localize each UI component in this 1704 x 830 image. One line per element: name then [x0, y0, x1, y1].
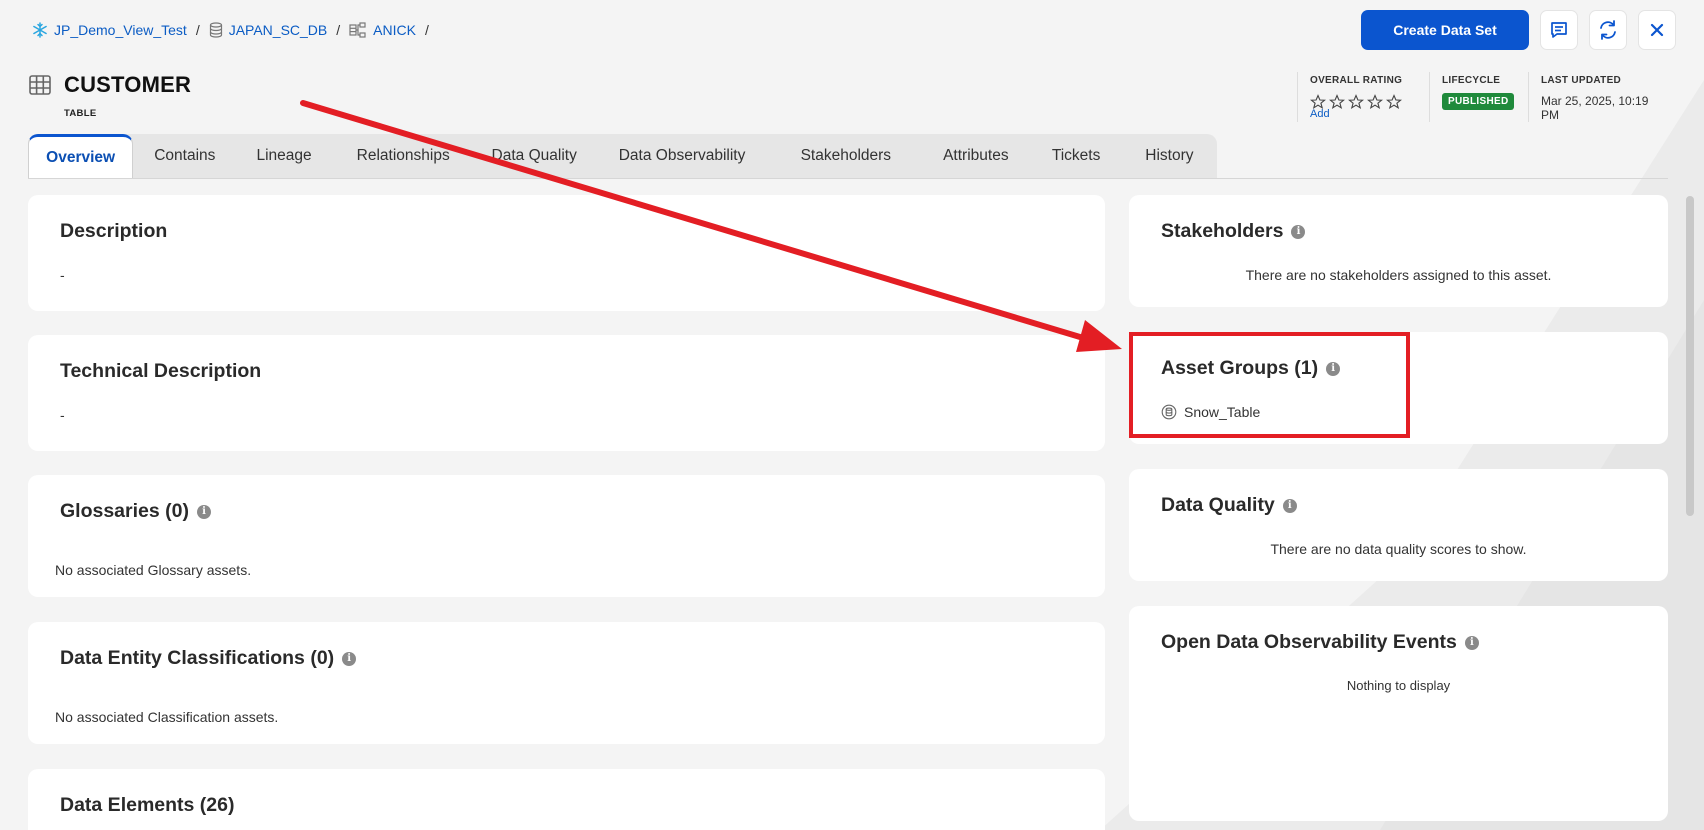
- comment-button[interactable]: [1540, 10, 1578, 50]
- status-badge: PUBLISHED: [1442, 93, 1515, 110]
- card-title: Stakeholders: [1161, 220, 1284, 242]
- card-title: Data Elements (26): [60, 794, 235, 816]
- breadcrumb-separator: /: [195, 22, 200, 38]
- technical-description-value: -: [60, 407, 65, 423]
- asset-title-block: CUSTOMER TABLE: [28, 72, 192, 119]
- classifications-empty-text: No associated Classification assets.: [55, 709, 279, 725]
- tab-stakeholders[interactable]: Stakeholders: [770, 134, 921, 178]
- card-title: Data Quality: [1161, 494, 1275, 516]
- close-button[interactable]: [1638, 10, 1676, 50]
- info-icon[interactable]: i: [1464, 635, 1479, 650]
- glossaries-empty-text: No associated Glossary assets.: [55, 562, 252, 578]
- breadcrumb-item-schema[interactable]: ANICK: [349, 22, 416, 38]
- schema-icon: [349, 22, 366, 38]
- card-title-row: Open Data Observability Events i: [1161, 631, 1479, 654]
- overall-rating: OVERALL RATING Add: [1297, 72, 1429, 122]
- asset-groups-card: Asset Groups (1) i Snow_Table: [1129, 332, 1668, 444]
- tab-data-quality[interactable]: Data Quality: [475, 134, 594, 178]
- tab-tickets[interactable]: Tickets: [1030, 134, 1121, 178]
- description-card: Description -: [28, 195, 1105, 311]
- tab-bar: Overview Contains Lineage Relationships …: [28, 134, 1217, 178]
- data-quality-card: Data Quality i There are no data quality…: [1129, 469, 1668, 581]
- tab-history[interactable]: History: [1122, 134, 1217, 178]
- technical-description-card: Technical Description -: [28, 335, 1105, 451]
- tab-contains[interactable]: Contains: [133, 134, 236, 178]
- card-title: Open Data Observability Events: [1161, 631, 1457, 653]
- description-value: -: [60, 267, 65, 283]
- refresh-icon: [1600, 20, 1616, 40]
- asset-metadata: OVERALL RATING Add LIFECYCLE PUBLISHED L…: [1297, 72, 1668, 122]
- tab-attributes[interactable]: Attributes: [921, 134, 1030, 178]
- create-data-set-button[interactable]: Create Data Set: [1361, 10, 1529, 50]
- info-icon[interactable]: i: [1282, 498, 1297, 513]
- glossaries-card: Glossaries (0) i No associated Glossary …: [28, 475, 1105, 597]
- card-title-row: Data Quality i: [1161, 494, 1297, 517]
- data-elements-card: Data Elements (26): [28, 769, 1105, 830]
- card-title-row: Stakeholders i: [1161, 220, 1306, 243]
- asset-group-item[interactable]: Snow_Table: [1161, 404, 1260, 420]
- lifecycle: LIFECYCLE PUBLISHED: [1429, 72, 1528, 122]
- tab-relationships[interactable]: Relationships: [332, 134, 475, 178]
- comment-icon: [1551, 22, 1567, 38]
- breadcrumb-item-connection[interactable]: JP_Demo_View_Test: [32, 22, 187, 38]
- last-updated: LAST UPDATED Mar 25, 2025, 10:19 PM: [1528, 72, 1668, 122]
- card-title: Description: [60, 220, 168, 242]
- breadcrumb-label: JP_Demo_View_Test: [54, 22, 187, 38]
- tabs-divider: [28, 178, 1668, 179]
- info-icon[interactable]: i: [1326, 361, 1341, 376]
- snowflake-icon: [33, 22, 47, 38]
- asset-group-icon: [1161, 404, 1177, 420]
- star-icon: [1348, 94, 1364, 110]
- card-title: Data Entity Classifications (0): [60, 647, 335, 669]
- breadcrumb-separator: /: [336, 22, 341, 38]
- tab-data-observability[interactable]: Data Observability: [594, 134, 771, 178]
- card-title-row: Data Entity Classifications (0) i: [60, 647, 357, 670]
- observability-empty-text: Nothing to display: [1346, 678, 1451, 693]
- star-icon: [1329, 94, 1345, 110]
- observability-events-card: Open Data Observability Events i Nothing…: [1129, 606, 1668, 821]
- table-icon: [29, 75, 51, 95]
- star-icon: [1386, 94, 1402, 110]
- page-scrollbar[interactable]: [1686, 196, 1694, 516]
- asset-group-label: Snow_Table: [1184, 404, 1261, 420]
- card-title-row: Asset Groups (1) i: [1161, 357, 1341, 380]
- asset-type-label: TABLE: [64, 108, 97, 119]
- card-title: Technical Description: [60, 360, 262, 382]
- info-icon[interactable]: i: [1291, 224, 1306, 239]
- card-title: Asset Groups (1): [1161, 357, 1319, 379]
- breadcrumb-separator: /: [424, 22, 429, 38]
- stakeholders-empty-text: There are no stakeholders assigned to th…: [1245, 267, 1552, 283]
- stakeholders-card: Stakeholders i There are no stakeholders…: [1129, 195, 1668, 307]
- breadcrumb-label: ANICK: [373, 22, 416, 38]
- close-icon: [1650, 23, 1664, 37]
- tab-lineage[interactable]: Lineage: [236, 134, 331, 178]
- info-icon[interactable]: i: [342, 651, 357, 666]
- star-icon: [1367, 94, 1383, 110]
- header-actions: Create Data Set: [1361, 10, 1676, 50]
- info-icon[interactable]: i: [196, 504, 211, 519]
- last-updated-value: Mar 25, 2025, 10:19 PM: [1541, 94, 1649, 122]
- card-title-row: Glossaries (0) i: [60, 500, 211, 523]
- breadcrumb-label: JAPAN_SC_DB: [228, 22, 328, 38]
- last-updated-label: LAST UPDATED: [1541, 75, 1622, 86]
- rating-label: OVERALL RATING: [1310, 75, 1403, 86]
- breadcrumb-item-database[interactable]: JAPAN_SC_DB: [209, 22, 328, 38]
- lifecycle-label: LIFECYCLE: [1442, 75, 1501, 86]
- classifications-card: Data Entity Classifications (0) i No ass…: [28, 622, 1105, 744]
- database-icon: [209, 22, 222, 38]
- tab-overview[interactable]: Overview: [28, 134, 134, 178]
- data-quality-empty-text: There are no data quality scores to show…: [1270, 541, 1527, 557]
- page-title: CUSTOMER: [64, 72, 192, 97]
- refresh-button[interactable]: [1589, 10, 1627, 50]
- card-title: Glossaries (0): [60, 500, 189, 522]
- breadcrumb: JP_Demo_View_Test / JAPAN_SC_DB / ANICK …: [32, 20, 432, 40]
